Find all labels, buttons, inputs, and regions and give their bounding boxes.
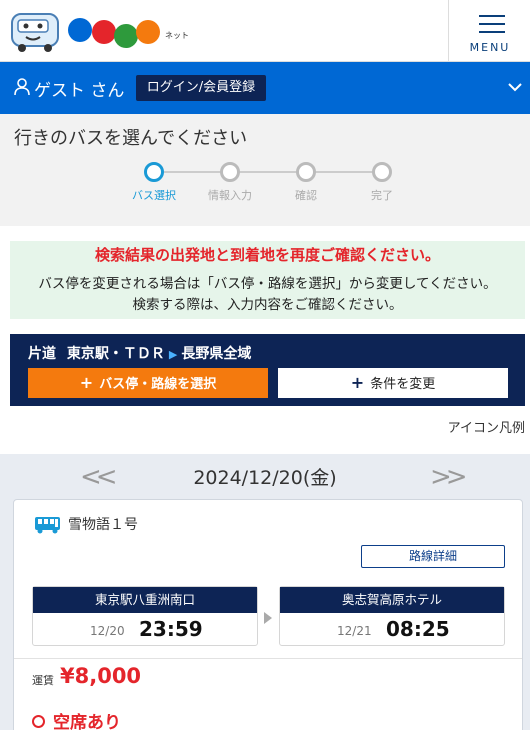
route-destination: 長野県全域: [181, 346, 252, 362]
departure-stop: 東京駅八重洲南口 12/20 23:59: [32, 586, 258, 646]
route-arrow-icon: ▶: [168, 348, 178, 361]
bus-name: 雪物語１号: [68, 517, 138, 533]
bus-mascot-icon: [11, 13, 59, 52]
step-3-dot: [296, 162, 316, 182]
availability-label: 空席あり: [53, 713, 121, 730]
bus-icon: [35, 517, 60, 534]
step-2-dot: [220, 162, 240, 182]
step-1-dot: [144, 162, 164, 182]
route-origin: 東京駅・ＴＤＲ: [66, 346, 165, 362]
trip-type: 片道: [28, 346, 56, 362]
departure-time: 23:59: [139, 617, 203, 641]
step-connector: [164, 171, 382, 173]
progress-steps: 行きのバスを選んでください バス選択 情報入力 確認 完了: [0, 114, 530, 226]
card-divider: [14, 658, 522, 659]
results-area: << 2024/12/20(金) >> 雪物語１号 路線詳細 東京駅八重洲南口 …: [0, 454, 530, 730]
seat-availability: 空席あり: [32, 708, 121, 730]
select-stop-route-label: バス停・路線を選択: [99, 377, 217, 392]
user-name: ゲスト さん: [34, 81, 125, 101]
svg-text:ネット: ネット: [165, 31, 189, 40]
menu-label: MENU: [469, 41, 511, 54]
step-1-label: バス選択: [132, 189, 176, 202]
route-summary: 片道 東京駅・ＴＤＲ ▶ 長野県全域 + バス停・路線を選択 + 条件を変更: [10, 334, 525, 406]
user-icon: [14, 78, 30, 96]
plus-icon: +: [79, 373, 94, 392]
arrow-right-icon: [264, 612, 272, 624]
step-4-label: 完了: [371, 189, 393, 202]
next-date-button[interactable]: >>: [430, 462, 467, 492]
notice-line-2: バス停を変更される場合は「バス停・路線を選択」から変更してください。: [38, 276, 497, 292]
arrival-time: 08:25: [386, 617, 450, 641]
site-header: ネット MENU: [0, 0, 530, 62]
bus-result-card: 雪物語１号 路線詳細 東京駅八重洲南口 12/20 23:59 奥志賀高原ホテル…: [13, 499, 523, 730]
page-title: 行きのバスを選んでください: [14, 128, 248, 149]
select-stop-route-button[interactable]: + バス停・路線を選択: [28, 368, 268, 398]
hamburger-icon: [479, 15, 505, 17]
date-navigation: << 2024/12/20(金) >>: [0, 454, 530, 498]
user-bar: ゲスト さん ログイン/会員登録: [0, 62, 530, 114]
route-title: 片道 東京駅・ＴＤＲ ▶ 長野県全域: [28, 343, 251, 363]
departure-stop-name: 東京駅八重洲南口: [33, 587, 257, 613]
arrival-stop: 奥志賀高原ホテル 12/21 08:25: [279, 586, 505, 646]
departure-date: 12/20: [90, 624, 125, 638]
step-3-label: 確認: [295, 189, 317, 202]
change-conditions-label: 条件を変更: [370, 377, 436, 392]
change-conditions-button[interactable]: + 条件を変更: [278, 368, 508, 398]
fare-amount: ¥8,000: [60, 664, 142, 688]
route-detail-button[interactable]: 路線詳細: [361, 545, 505, 568]
step-4-dot: [372, 162, 392, 182]
arrival-stop-name: 奥志賀高原ホテル: [280, 587, 504, 613]
plus-icon: +: [350, 373, 365, 392]
arrival-date: 12/21: [337, 624, 372, 638]
notice-headline: 検索結果の出発地と到着地を再度ご確認ください。: [94, 246, 440, 264]
login-register-button[interactable]: ログイン/会員登録: [136, 75, 266, 101]
circle-available-icon: [32, 715, 45, 728]
step-2-label: 情報入力: [208, 189, 252, 202]
site-logo[interactable]: ネット: [8, 10, 198, 54]
icon-legend-link[interactable]: アイコン凡例: [420, 417, 525, 436]
menu-button[interactable]: MENU: [448, 0, 530, 62]
notice-line-3: 検索する際は、入力内容をご確認ください。: [132, 297, 403, 313]
fare-label: 運賃: [32, 674, 54, 687]
notice-box: 検索結果の出発地と到着地を再度ご確認ください。 バス停を変更される場合は「バス停…: [10, 241, 525, 319]
chevron-down-icon[interactable]: [508, 80, 522, 94]
